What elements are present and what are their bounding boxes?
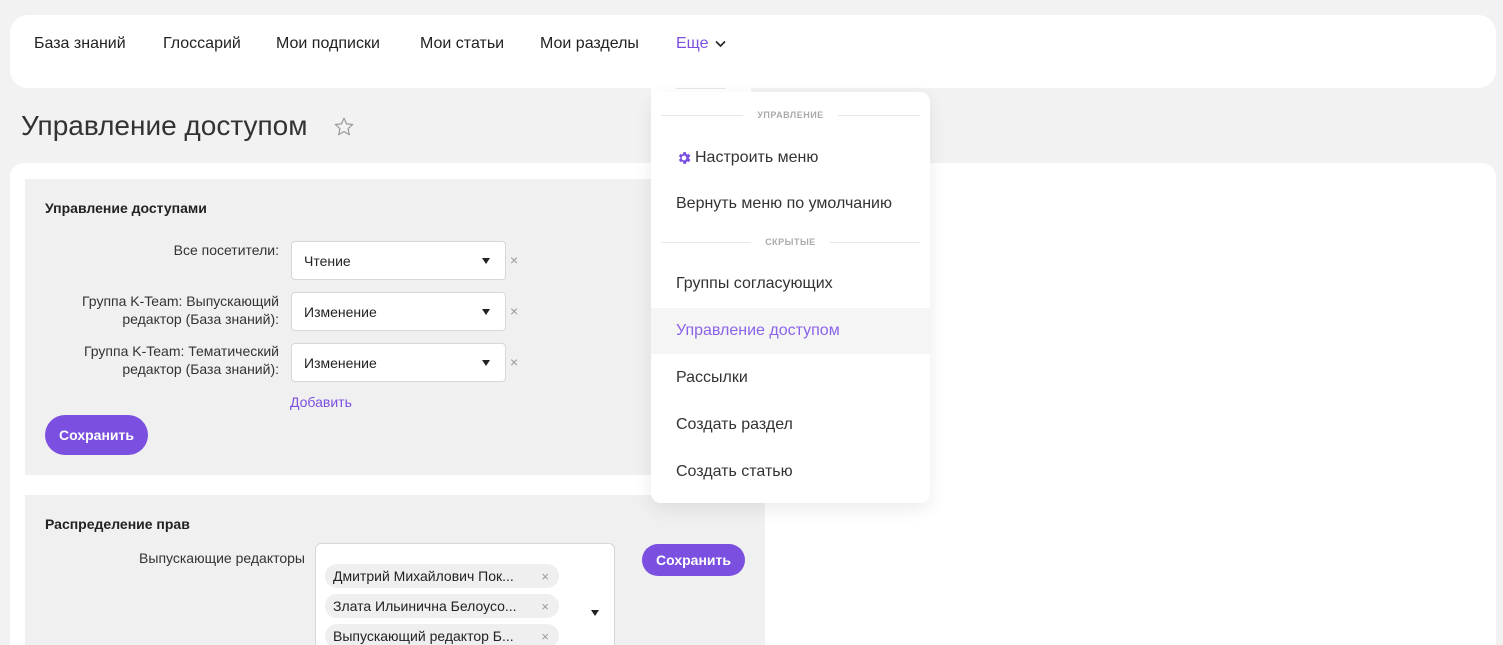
save-access-button[interactable]: Сохранить	[45, 415, 148, 455]
rights-panel-title: Распределение прав	[45, 516, 190, 532]
section-label: СКРЫТЫЕ	[765, 237, 816, 247]
editors-field-label: Выпускающие редакторы	[139, 550, 305, 566]
caret-down-icon	[482, 359, 490, 366]
access-row-label: Группа K-Team: Тематический редактор (Ба…	[84, 342, 279, 378]
access-select-value: Изменение	[304, 303, 377, 320]
caret-down-icon[interactable]	[591, 610, 599, 616]
access-row-label-line: редактор (База знаний):	[122, 361, 279, 377]
add-access-link[interactable]: Добавить	[290, 394, 352, 410]
section-divider-manage: УПРАВЛЕНИЕ	[661, 110, 920, 120]
access-row-label-line: Все посетители:	[173, 242, 279, 258]
chevron-down-icon	[714, 40, 726, 48]
access-select[interactable]: Изменение	[291, 343, 506, 382]
close-icon[interactable]: ×	[541, 629, 549, 644]
editor-chip-label: Дмитрий Михайлович Пок...	[333, 568, 514, 584]
close-icon[interactable]: ×	[541, 599, 549, 614]
nav-item-my-sections[interactable]: Мои разделы	[540, 35, 639, 53]
nav-item-my-articles[interactable]: Мои статьи	[420, 35, 504, 53]
access-select[interactable]: Изменение	[291, 292, 506, 331]
editor-chip: Злата Ильинична Белоусо... ×	[325, 594, 559, 618]
more-menu-button[interactable]: Еще	[676, 35, 726, 53]
menu-item-mailings[interactable]: Рассылки	[651, 355, 930, 401]
configure-menu-item[interactable]: Настроить меню	[651, 135, 930, 181]
access-select[interactable]: Чтение	[291, 241, 506, 280]
menu-item-create-section[interactable]: Создать раздел	[651, 402, 930, 448]
more-dropdown-menu: УПРАВЛЕНИЕ Настроить меню Вернуть меню п…	[651, 92, 930, 503]
close-icon[interactable]: ×	[510, 252, 518, 268]
page-title: Управление доступом	[21, 110, 308, 141]
access-row-label-line: Группа K-Team: Выпускающий	[82, 293, 279, 309]
configure-menu-label: Настроить меню	[695, 149, 819, 166]
more-tab	[651, 22, 751, 102]
close-icon[interactable]: ×	[510, 354, 518, 370]
access-row-label: Группа K-Team: Выпускающий редактор (Баз…	[82, 292, 279, 328]
section-label: УПРАВЛЕНИЕ	[757, 110, 824, 120]
menu-item-create-article[interactable]: Создать статью	[651, 449, 930, 495]
access-select-value: Чтение	[304, 252, 351, 269]
access-row-label: Все посетители:	[174, 241, 279, 259]
editor-chip: Дмитрий Михайлович Пок... ×	[325, 564, 559, 588]
caret-down-icon	[482, 257, 490, 264]
access-row-label-line: редактор (База знаний):	[122, 311, 279, 327]
save-rights-button[interactable]: Сохранить	[642, 544, 745, 576]
nav-item-knowledge-base[interactable]: База знаний	[34, 35, 126, 53]
nav-item-glossary[interactable]: Глоссарий	[163, 35, 241, 53]
reset-menu-item[interactable]: Вернуть меню по умолчанию	[651, 181, 930, 227]
menu-item-access-control[interactable]: Управление доступом	[651, 308, 930, 354]
access-select-value: Изменение	[304, 354, 377, 371]
access-panel-title: Управление доступами	[45, 200, 207, 216]
editor-chip: Выпускающий редактор Б... ×	[325, 624, 559, 645]
close-icon[interactable]: ×	[510, 303, 518, 319]
caret-down-icon	[482, 308, 490, 315]
editor-chip-label: Злата Ильинична Белоусо...	[333, 598, 517, 614]
menu-item-approver-groups[interactable]: Группы согласующих	[651, 261, 930, 307]
nav-item-subscriptions[interactable]: Мои подписки	[276, 35, 380, 53]
star-icon[interactable]	[333, 116, 355, 138]
section-divider-hidden: СКРЫТЫЕ	[661, 237, 920, 247]
more-menu-label: Еще	[676, 35, 709, 52]
more-tab-divider	[676, 88, 726, 89]
editors-multiselect[interactable]: Дмитрий Михайлович Пок... × Злата Ильини…	[315, 543, 615, 645]
access-row-label-line: Группа K-Team: Тематический	[83, 343, 279, 359]
gear-icon	[678, 152, 691, 164]
editor-chip-label: Выпускающий редактор Б...	[333, 628, 514, 644]
close-icon[interactable]: ×	[541, 569, 549, 584]
